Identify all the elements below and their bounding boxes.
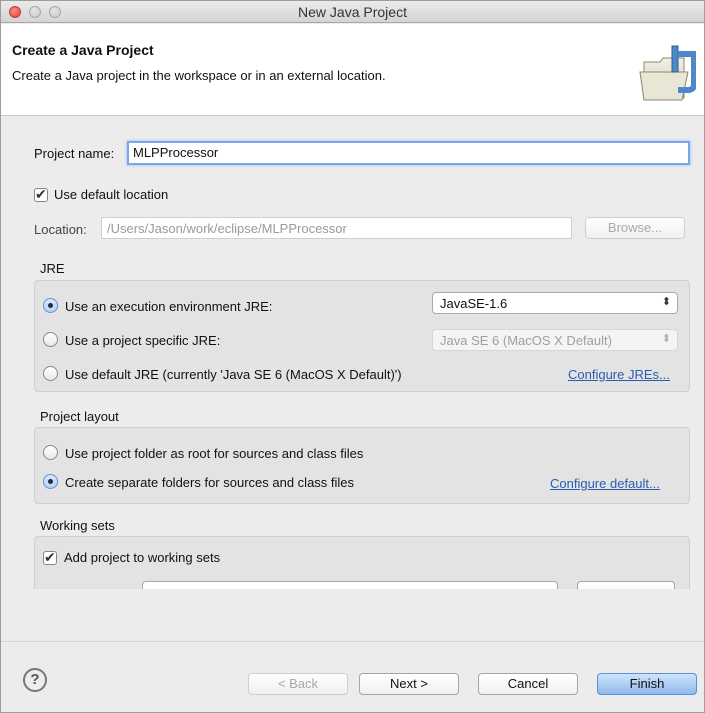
- new-java-project-dialog: New Java Project Create a Java Project C…: [0, 0, 705, 713]
- jre-section-title: JRE: [40, 261, 65, 276]
- working-sets-select[interactable]: [142, 581, 558, 589]
- help-icon[interactable]: ?: [23, 668, 47, 692]
- execution-env-select[interactable]: JavaSE-1.6 ⬍: [432, 292, 678, 314]
- jre-option-execution-env-label[interactable]: Use an execution environment JRE:: [65, 299, 272, 314]
- add-to-working-sets-checkbox[interactable]: [43, 549, 57, 566]
- add-to-working-sets-label[interactable]: Add project to working sets: [64, 550, 220, 565]
- project-specific-jre-select[interactable]: Java SE 6 (MacOS X Default) ⬍: [432, 329, 678, 351]
- layout-option-separate-label[interactable]: Create separate folders for sources and …: [65, 475, 354, 490]
- wizard-header: Create a Java Project Create a Java proj…: [1, 24, 704, 116]
- footer-separator: [1, 641, 704, 642]
- next-button[interactable]: Next >: [359, 673, 459, 695]
- project-specific-jre-value: Java SE 6 (MacOS X Default): [440, 333, 612, 348]
- select-arrows-icon: ⬍: [661, 296, 671, 308]
- select-arrows-icon: ⬍: [661, 333, 671, 345]
- cancel-button[interactable]: Cancel: [478, 673, 578, 695]
- jre-option-project-specific-radio[interactable]: [43, 332, 58, 347]
- working-sets-section-title: Working sets: [40, 518, 115, 533]
- project-layout-group: [34, 427, 690, 504]
- use-default-location-label[interactable]: Use default location: [54, 187, 168, 202]
- title-bar[interactable]: New Java Project: [1, 1, 704, 23]
- back-button[interactable]: < Back: [248, 673, 348, 695]
- configure-jres-link[interactable]: Configure JREs...: [568, 367, 670, 382]
- execution-env-value: JavaSE-1.6: [440, 296, 508, 311]
- location-input[interactable]: /Users/Jason/work/eclipse/MLPProcessor: [101, 217, 572, 239]
- browse-button[interactable]: Browse...: [585, 217, 685, 239]
- jre-option-default-label[interactable]: Use default JRE (currently 'Java SE 6 (M…: [65, 367, 402, 382]
- window-title: New Java Project: [298, 4, 407, 20]
- use-default-location-checkbox[interactable]: [34, 186, 48, 203]
- project-layout-section-title: Project layout: [40, 409, 119, 424]
- location-label: Location:: [34, 222, 87, 237]
- jre-option-project-specific-label[interactable]: Use a project specific JRE:: [65, 333, 220, 348]
- configure-default-link[interactable]: Configure default...: [550, 476, 660, 491]
- project-name-label: Project name:: [34, 146, 115, 161]
- layout-option-root-label[interactable]: Use project folder as root for sources a…: [65, 446, 363, 461]
- project-name-input[interactable]: MLPProcessor: [127, 141, 690, 165]
- layout-option-separate-radio[interactable]: [43, 474, 58, 489]
- jre-option-default-radio[interactable]: [43, 366, 58, 381]
- layout-option-root-radio[interactable]: [43, 445, 58, 460]
- select-working-sets-button[interactable]: [577, 581, 675, 589]
- wizard-description: Create a Java project in the workspace o…: [12, 68, 386, 83]
- jre-option-execution-env-radio[interactable]: [43, 298, 58, 313]
- java-project-folder-icon: [639, 45, 696, 101]
- wizard-heading: Create a Java Project: [12, 42, 154, 58]
- wizard-body: Project name: MLPProcessor Use default l…: [1, 116, 704, 589]
- finish-button[interactable]: Finish: [597, 673, 697, 695]
